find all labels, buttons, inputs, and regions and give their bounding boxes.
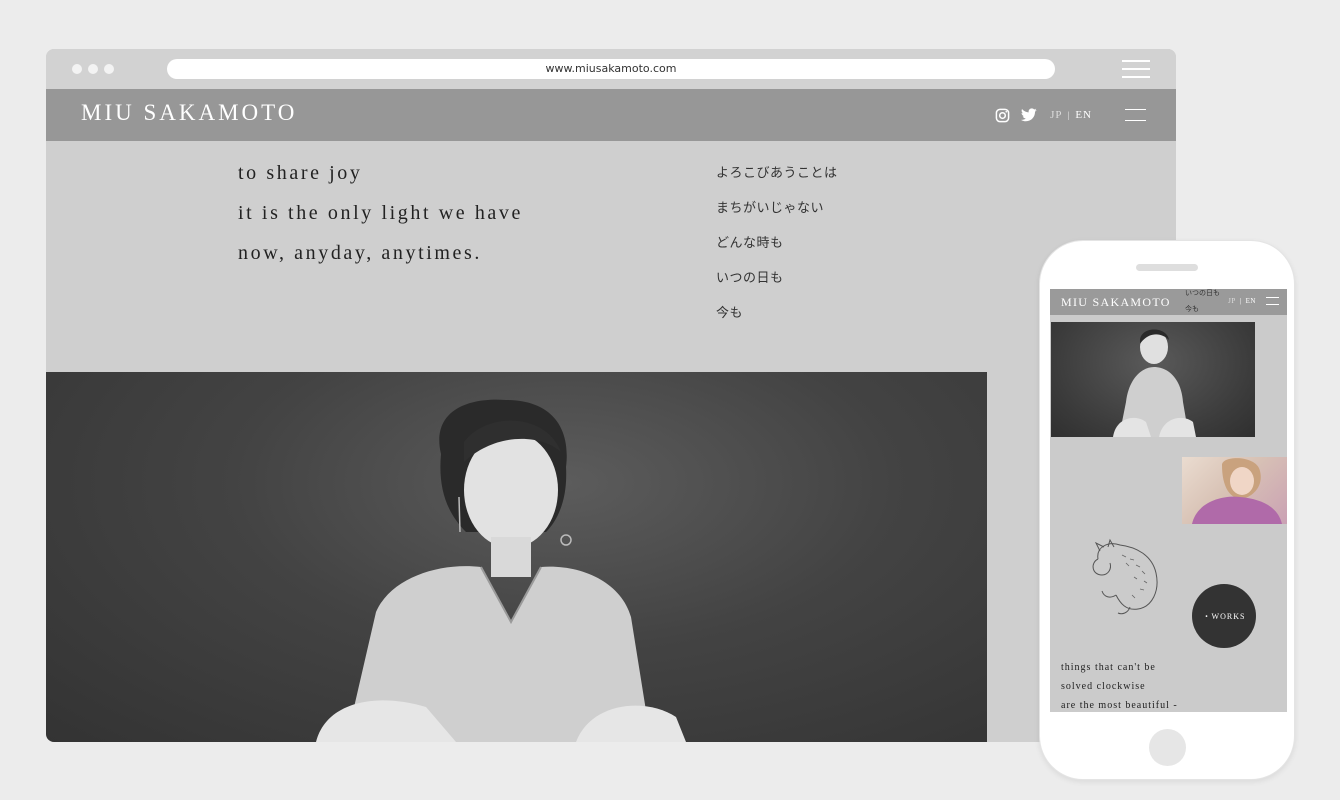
mobile-lang-jp-link[interactable]: JP — [1228, 297, 1236, 305]
mobile-copy-line: are the most beautiful - — [1061, 700, 1178, 711]
mobile-color-photo — [1182, 457, 1287, 524]
mobile-copy-line: solved clockwise — [1061, 681, 1146, 692]
works-button[interactable]: ・WORKS — [1192, 584, 1256, 648]
hero-jp-line: 今も — [716, 306, 744, 321]
hamburger-menu-icon[interactable] — [1125, 109, 1146, 121]
mobile-screen: MIU SAKAMOTO いつの日も 今も JP | EN ・WORKS thi… — [1050, 289, 1287, 712]
hero-english-copy: to share joy it is the only light we hav… — [238, 160, 523, 280]
lang-en-link[interactable]: EN — [1075, 109, 1092, 121]
browser-chrome: www.miusakamoto.com — [46, 49, 1176, 89]
mobile-jp-line: 今も — [1185, 305, 1199, 313]
lang-jp-link[interactable]: JP — [1050, 109, 1062, 121]
hero-japanese-copy: よろこびあうことは まちがいじゃない どんな時も いつの日も 今も — [716, 165, 838, 340]
mobile-copy-text: things that can't be solved clockwise ar… — [1061, 661, 1178, 712]
site-header: MIU SAKAMOTO JP | EN — [46, 89, 1176, 141]
language-switcher: JP | EN — [1050, 109, 1092, 121]
hero-en-line: now, anyday, anytimes. — [238, 242, 483, 264]
hero-jp-line: いつの日も — [716, 271, 784, 286]
hero-en-line: it is the only light we have — [238, 202, 523, 224]
desktop-browser-mockup: www.miusakamoto.com MIU SAKAMOTO JP | EN — [46, 49, 1176, 742]
window-dot-icon[interactable] — [88, 64, 98, 74]
mobile-header: MIU SAKAMOTO いつの日も 今も JP | EN — [1050, 289, 1287, 315]
site-logo[interactable]: MIU SAKAMOTO — [81, 100, 297, 126]
hero-jp-line: どんな時も — [716, 236, 784, 251]
window-controls — [72, 64, 114, 74]
phone-home-button[interactable] — [1149, 729, 1186, 766]
mobile-lang-separator: | — [1239, 297, 1242, 305]
address-bar[interactable]: www.miusakamoto.com — [167, 59, 1055, 79]
hero-jp-line: まちがいじゃない — [716, 201, 825, 216]
showcase-canvas: www.miusakamoto.com MIU SAKAMOTO JP | EN — [0, 0, 1340, 800]
hero-en-line: to share joy — [238, 162, 363, 184]
phone-speaker — [1136, 264, 1198, 271]
mobile-phone-mockup: MIU SAKAMOTO いつの日も 今も JP | EN ・WORKS thi… — [1039, 240, 1295, 780]
mobile-portrait-photo — [1051, 322, 1255, 437]
browser-menu-icon[interactable] — [1122, 60, 1150, 78]
mobile-copy-line: things that can't be — [1061, 662, 1156, 673]
mobile-site-logo[interactable]: MIU SAKAMOTO — [1061, 295, 1171, 310]
mobile-language-switcher: JP | EN — [1228, 297, 1256, 305]
instagram-icon[interactable] — [994, 107, 1010, 123]
window-dot-icon[interactable] — [72, 64, 82, 74]
twitter-icon[interactable] — [1021, 107, 1037, 123]
mobile-overlapping-jp-copy: いつの日も 今も — [1185, 289, 1220, 317]
lang-separator: | — [1067, 110, 1071, 120]
hero-portrait-photo — [46, 372, 987, 742]
header-actions: JP | EN — [994, 89, 1146, 141]
mobile-jp-line: いつの日も — [1185, 289, 1220, 297]
mobile-hamburger-menu-icon[interactable] — [1266, 297, 1279, 305]
mobile-lang-en-link[interactable]: EN — [1246, 297, 1256, 305]
window-dot-icon[interactable] — [104, 64, 114, 74]
cat-illustration — [1086, 537, 1166, 622]
hero-jp-line: よろこびあうことは — [716, 166, 838, 181]
